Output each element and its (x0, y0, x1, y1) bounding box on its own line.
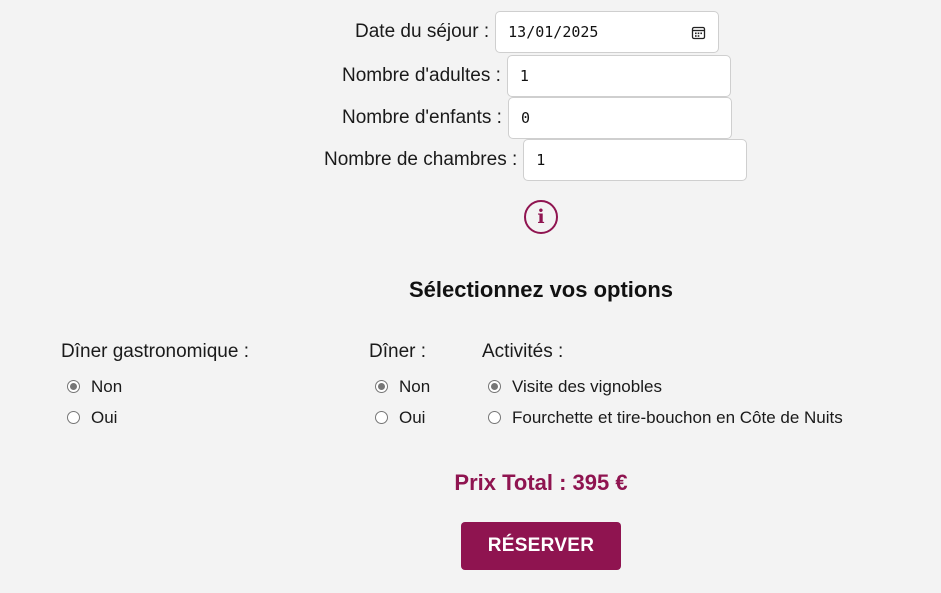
adults-label: Nombre d'adultes : (342, 65, 501, 86)
gastro-title: Dîner gastronomique : (61, 341, 249, 362)
info-icon[interactable]: i (524, 200, 558, 234)
rooms-value: 1 (536, 151, 546, 169)
activites-option-vignobles[interactable]: Visite des vignobles (488, 371, 843, 402)
activites-radio-fourchette[interactable] (488, 411, 501, 424)
options-heading: Sélectionnez vos options (408, 277, 674, 302)
diner-label-oui: Oui (399, 407, 426, 427)
children-field-row: Nombre d'enfants : 0 (342, 97, 732, 139)
activites-options-group: Activités : Visite des vignobles Fourche… (482, 341, 843, 433)
diner-radio-oui[interactable] (375, 411, 388, 424)
children-input[interactable]: 0 (507, 97, 732, 139)
gastro-radio-non[interactable] (67, 380, 80, 393)
gastro-radio-oui[interactable] (67, 411, 80, 424)
total-price: Prix Total : 395 € (454, 470, 628, 495)
adults-value: 1 (519, 67, 529, 85)
diner-options-group: Dîner : Non Oui (369, 341, 430, 433)
date-value: 13/01/2025 (508, 23, 599, 41)
reserve-button[interactable]: RÉSERVER (461, 522, 621, 570)
date-field-row: Date du séjour : 13/01/2025 (355, 11, 720, 53)
children-label: Nombre d'enfants : (342, 107, 502, 128)
diner-radio-non[interactable] (375, 380, 388, 393)
rooms-input[interactable]: 1 (523, 139, 748, 181)
adults-input[interactable]: 1 (506, 55, 731, 97)
gastro-options-group: Dîner gastronomique : Non Oui (61, 341, 249, 433)
diner-option-oui[interactable]: Oui (375, 402, 430, 433)
activites-radio-vignobles[interactable] (488, 380, 501, 393)
gastro-option-oui[interactable]: Oui (67, 402, 249, 433)
calendar-icon[interactable] (691, 25, 706, 40)
activites-label-vignobles: Visite des vignobles (512, 376, 662, 396)
diner-option-non[interactable]: Non (375, 371, 430, 402)
rooms-label: Nombre de chambres : (324, 149, 518, 170)
gastro-option-non[interactable]: Non (67, 371, 249, 402)
children-value: 0 (520, 109, 530, 127)
diner-title: Dîner : (369, 341, 427, 362)
adults-field-row: Nombre d'adultes : 1 (342, 55, 731, 97)
activites-title: Activités : (482, 341, 564, 362)
gastro-label-non: Non (91, 376, 123, 396)
activites-label-fourchette: Fourchette et tire-bouchon en Côte de Nu… (512, 407, 843, 427)
date-input[interactable]: 13/01/2025 (495, 11, 720, 53)
gastro-label-oui: Oui (91, 407, 118, 427)
diner-label-non: Non (399, 376, 431, 396)
activites-option-fourchette[interactable]: Fourchette et tire-bouchon en Côte de Nu… (488, 402, 843, 433)
rooms-field-row: Nombre de chambres : 1 (324, 139, 748, 181)
date-label: Date du séjour : (355, 21, 490, 42)
